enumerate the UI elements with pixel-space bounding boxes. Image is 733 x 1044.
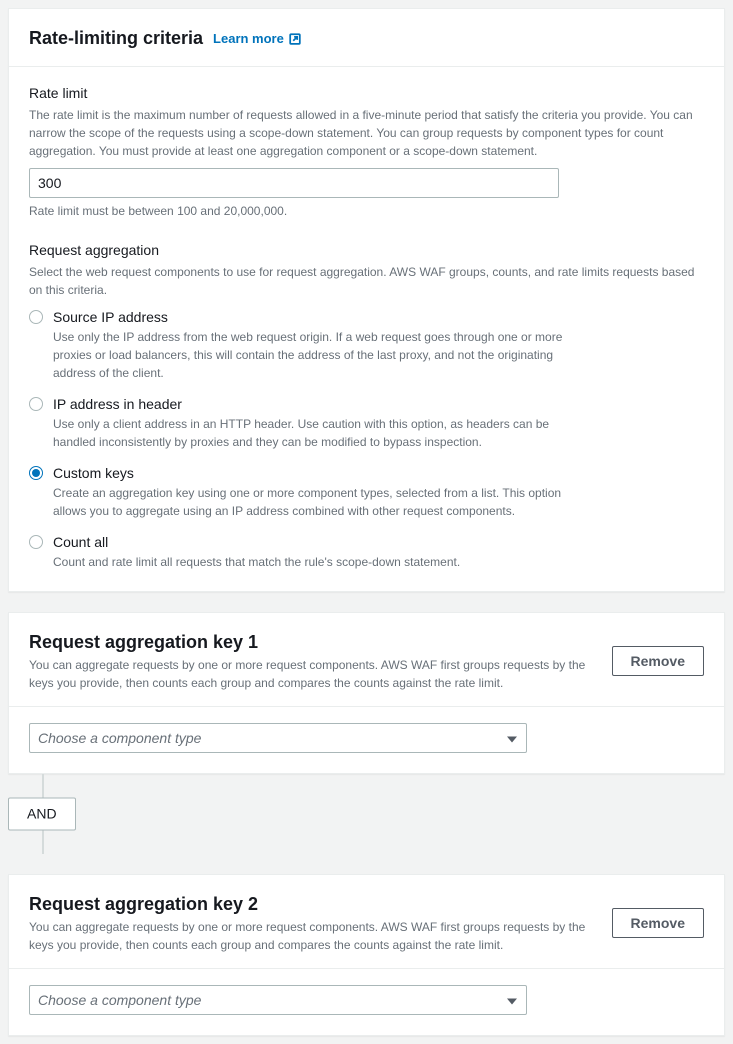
and-label: AND <box>8 798 76 831</box>
radio-count-all[interactable]: Count all Count and rate limit all reque… <box>29 532 704 571</box>
rate-limit-hint: Rate limit must be between 100 and 20,00… <box>29 202 704 220</box>
radio-label-ip-header: IP address in header <box>53 394 593 415</box>
radio-label-count-all: Count all <box>53 532 593 553</box>
radio-label-source-ip: Source IP address <box>53 307 593 328</box>
aggregation-key-1-panel: Request aggregation key 1 You can aggreg… <box>8 612 725 774</box>
key-1-title: Request aggregation key 1 <box>29 629 589 656</box>
key-1-component-select[interactable]: Choose a component type <box>29 723 527 753</box>
key-2-body: Choose a component type <box>9 969 724 1035</box>
criteria-panel-header: Rate-limiting criteria Learn more <box>9 9 724 67</box>
radio-circle-count-all[interactable] <box>29 535 43 549</box>
key-2-select-wrap: Choose a component type <box>29 985 527 1015</box>
radio-circle-custom-keys[interactable] <box>29 466 43 480</box>
aggregation-key-2-panel: Request aggregation key 2 You can aggreg… <box>8 874 725 1036</box>
rate-limit-input[interactable] <box>29 168 559 198</box>
key-1-desc: You can aggregate requests by one or mor… <box>29 656 589 692</box>
key-2-header: Request aggregation key 2 You can aggreg… <box>9 875 724 969</box>
radio-source-ip[interactable]: Source IP address Use only the IP addres… <box>29 307 704 382</box>
radio-desc-custom-keys: Create an aggregation key using one or m… <box>53 484 593 520</box>
key-2-desc: You can aggregate requests by one or mor… <box>29 918 589 954</box>
radio-circle-ip-header[interactable] <box>29 397 43 411</box>
radio-circle-source-ip[interactable] <box>29 310 43 324</box>
rate-limiting-criteria-panel: Rate-limiting criteria Learn more Rate l… <box>8 8 725 592</box>
connector: AND <box>8 774 725 854</box>
criteria-title: Rate-limiting criteria <box>29 25 203 52</box>
radio-label-custom-keys: Custom keys <box>53 463 593 484</box>
key-2-remove-button[interactable]: Remove <box>612 908 704 938</box>
request-aggregation-section: Request aggregation Select the web reque… <box>29 240 704 571</box>
key-2-title: Request aggregation key 2 <box>29 891 589 918</box>
aggregation-desc: Select the web request components to use… <box>29 263 704 299</box>
rate-limit-desc: The rate limit is the maximum number of … <box>29 106 704 160</box>
external-link-icon <box>288 32 302 46</box>
key-1-select-wrap: Choose a component type <box>29 723 527 753</box>
aggregation-label: Request aggregation <box>29 240 704 261</box>
radio-ip-header[interactable]: IP address in header Use only a client a… <box>29 394 704 451</box>
key-1-remove-button[interactable]: Remove <box>612 646 704 676</box>
radio-desc-ip-header: Use only a client address in an HTTP hea… <box>53 415 593 451</box>
learn-more-link[interactable]: Learn more <box>213 29 302 49</box>
key-1-header: Request aggregation key 1 You can aggreg… <box>9 613 724 707</box>
radio-custom-keys[interactable]: Custom keys Create an aggregation key us… <box>29 463 704 520</box>
learn-more-label: Learn more <box>213 29 284 49</box>
rate-limit-field: Rate limit The rate limit is the maximum… <box>29 83 704 220</box>
radio-desc-source-ip: Use only the IP address from the web req… <box>53 328 593 382</box>
criteria-panel-body: Rate limit The rate limit is the maximum… <box>9 67 724 591</box>
radio-desc-count-all: Count and rate limit all requests that m… <box>53 553 593 571</box>
key-2-component-select[interactable]: Choose a component type <box>29 985 527 1015</box>
key-1-body: Choose a component type <box>9 707 724 773</box>
rate-limit-label: Rate limit <box>29 83 704 104</box>
